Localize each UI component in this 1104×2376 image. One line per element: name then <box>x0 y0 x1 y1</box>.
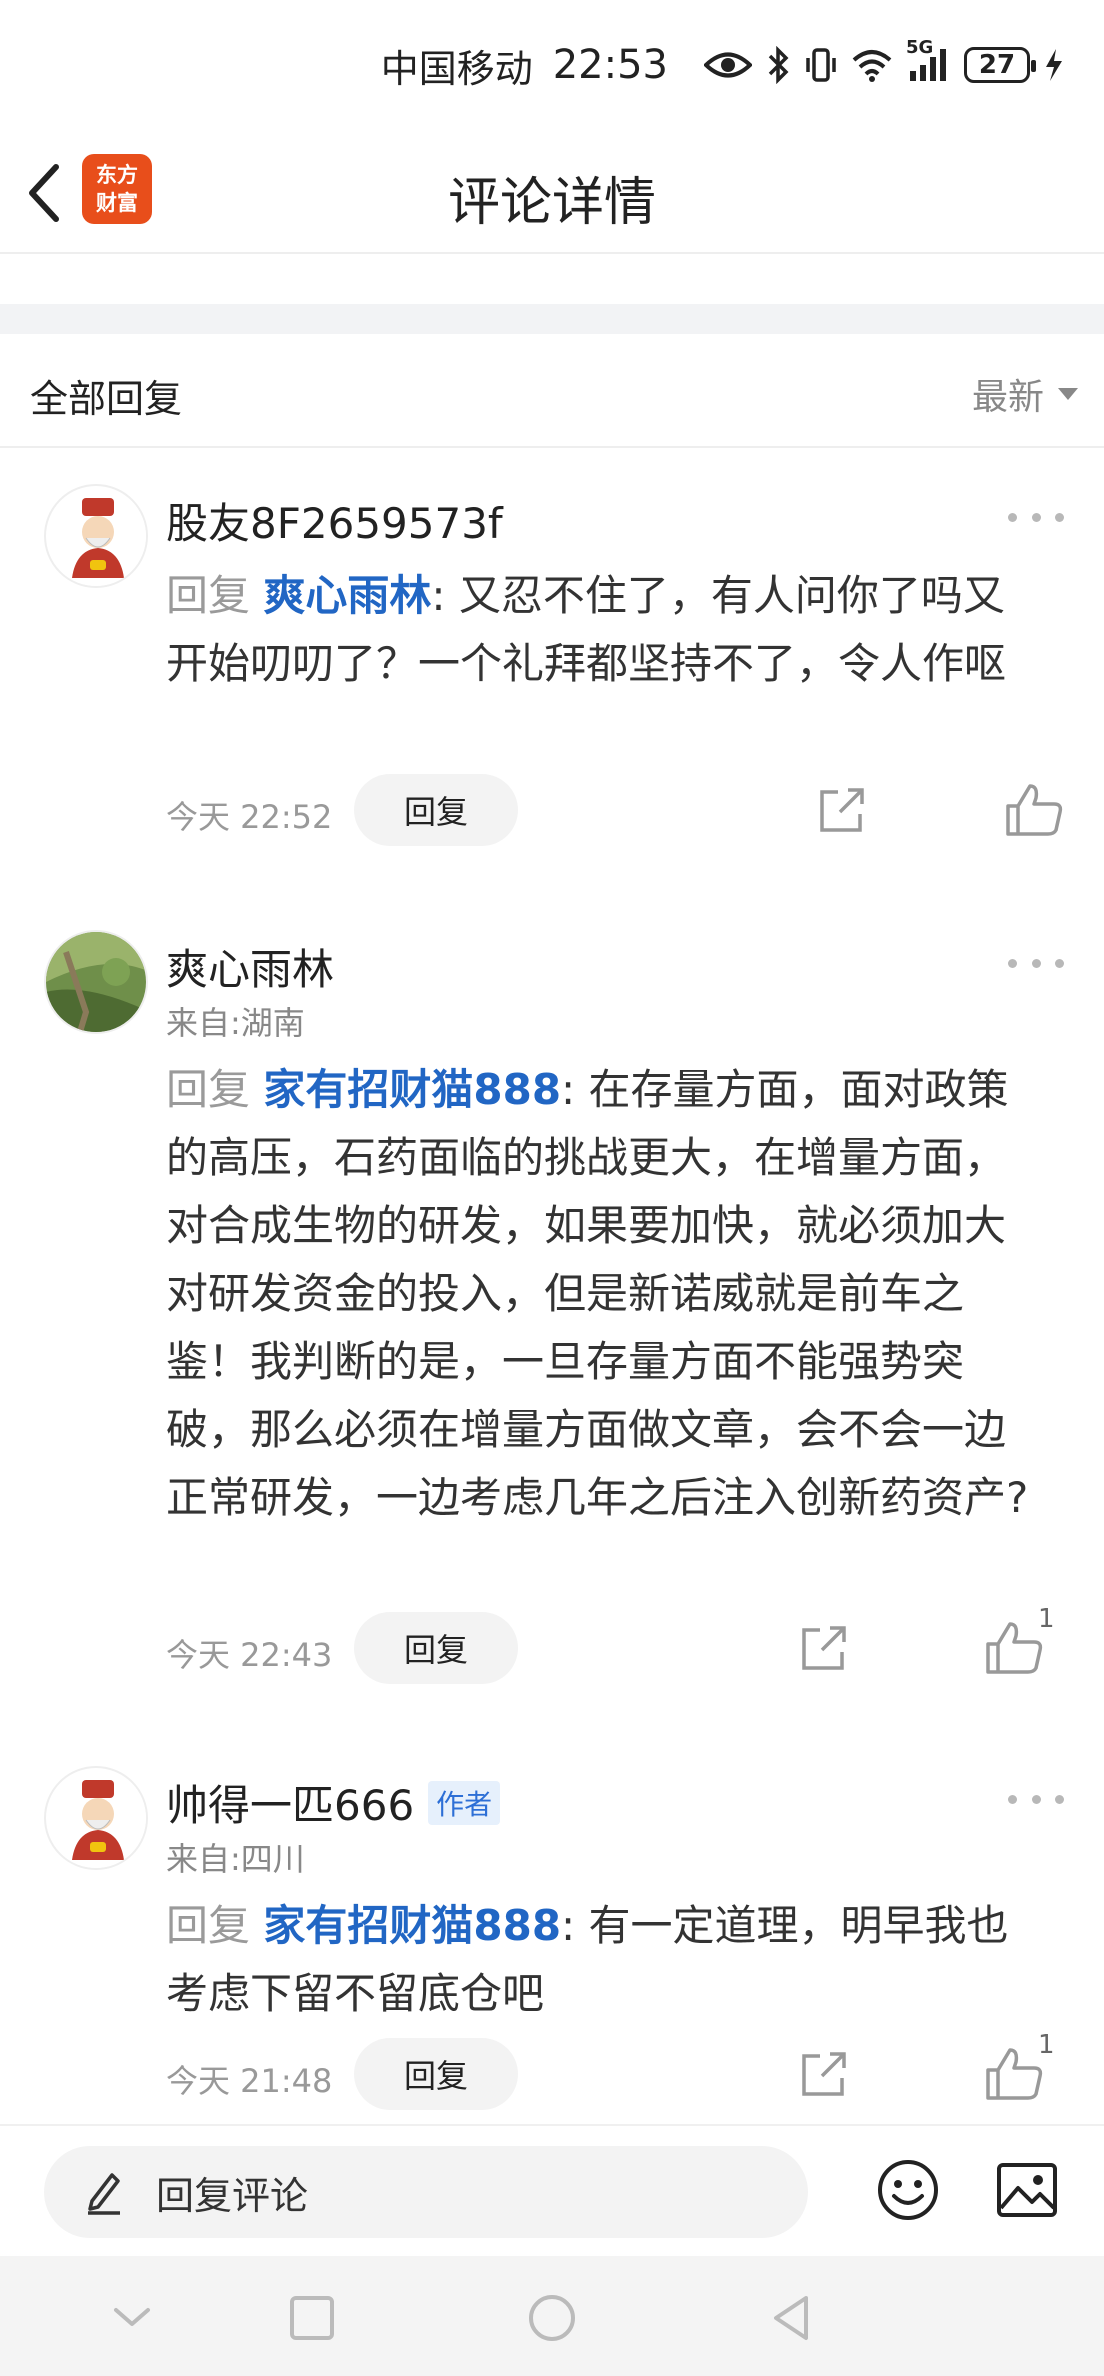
back-triangle-icon[interactable] <box>766 2292 818 2344</box>
more-options-button[interactable] <box>1008 948 1064 978</box>
author-badge: 作者 <box>428 1780 501 1825</box>
reply-input-bar: 回复评论 <box>0 2124 1104 2256</box>
reply-button-label: 回复 <box>403 2057 468 2095</box>
reply-button-label: 回复 <box>403 793 468 831</box>
header: 东方 财富 评论详情 <box>0 130 1104 254</box>
battery-icon: 27 <box>964 47 1036 83</box>
replies-header: 全部回复 最新 <box>0 334 1104 448</box>
comment-item: 股友8F2659573f 回复 爽心雨林: 又忍不住了，有人问你了吗又开始叨叨了… <box>0 484 1104 864</box>
dot <box>1031 1794 1041 1804</box>
username-text: 帅得一匹666 <box>166 1781 415 1830</box>
avatar[interactable] <box>44 930 148 1034</box>
comment-actions: 今天 22:43 回复 1 <box>166 1604 1056 1684</box>
dot <box>1031 512 1041 522</box>
username-text: 股友8F2659573f <box>166 499 503 548</box>
page-title: 评论详情 <box>447 173 656 233</box>
like-count: 1 <box>1038 1604 1055 1634</box>
carrier-label: 中国移动 <box>380 46 533 91</box>
reply-prefix: 回复 <box>166 1065 251 1114</box>
reply-comment-input[interactable]: 回复评论 <box>44 2146 808 2238</box>
comment-text: : 在存量方面，面对政策的高压，石药面临的挑战更大，在增量方面，对合成生物的研发… <box>166 1065 1029 1522</box>
comment-time: 今天 21:48 <box>166 2062 333 2100</box>
reply-button[interactable]: 回复 <box>354 774 518 846</box>
caret-down-icon <box>1058 388 1078 400</box>
charging-icon <box>1044 45 1064 85</box>
status-time: 22:53 <box>552 42 668 88</box>
dot <box>1055 512 1064 522</box>
pen-icon <box>88 2173 120 2215</box>
location-label: 来自:四川 <box>166 1840 305 1878</box>
username[interactable]: 股友8F2659573f <box>166 490 503 551</box>
thumbs-up-icon[interactable] <box>1004 782 1066 838</box>
dot <box>1008 512 1017 522</box>
share-icon[interactable] <box>816 784 868 836</box>
signal-icon: 5G <box>906 37 950 85</box>
more-options-button[interactable] <box>1008 1784 1064 1814</box>
chevron-down-icon[interactable] <box>106 2292 158 2344</box>
share-icon[interactable] <box>798 2048 850 2100</box>
god-of-wealth-avatar-icon <box>48 1770 146 1868</box>
section-divider <box>0 304 1104 334</box>
sort-dropdown[interactable]: 最新 <box>972 368 1078 420</box>
emoji-icon[interactable] <box>876 2158 940 2222</box>
reply-button[interactable]: 回复 <box>354 1612 518 1684</box>
dot <box>1055 958 1064 968</box>
reply-placeholder: 回复评论 <box>156 2173 309 2218</box>
comment-content: 回复 爽心雨林: 又忍不住了，有人问你了吗又开始叨叨了？一个礼拜都坚持不了，令人… <box>166 562 1046 698</box>
thumbs-up-icon[interactable] <box>984 2046 1046 2102</box>
avatar[interactable] <box>44 1766 148 1870</box>
comment-actions: 今天 21:48 回复 1 <box>166 2030 1056 2110</box>
comment-content: 回复 家有招财猫888: 有一定道理，明早我也考虑下留不留底仓吧 <box>166 1892 1046 2028</box>
sort-label: 最新 <box>971 377 1044 418</box>
username[interactable]: 爽心雨林 <box>166 936 334 997</box>
battery-level: 27 <box>978 50 1016 80</box>
dot <box>1055 1794 1064 1804</box>
status-bar: 中国移动 22:53 5G 27 <box>0 0 1104 130</box>
landscape-avatar-icon <box>46 932 146 1032</box>
share-icon[interactable] <box>798 1622 850 1674</box>
mention-link[interactable]: 爽心雨林 <box>263 571 431 620</box>
location-label: 来自:湖南 <box>166 1004 305 1042</box>
dot <box>1031 958 1041 968</box>
reply-button[interactable]: 回复 <box>354 2038 518 2110</box>
comment-time: 今天 22:52 <box>166 798 333 836</box>
vibrate-icon <box>804 45 838 85</box>
eye-icon <box>704 45 752 85</box>
dot <box>1008 1794 1017 1804</box>
thumbs-up-icon[interactable] <box>984 1620 1046 1676</box>
wifi-icon <box>852 45 892 85</box>
comment-content: 回复 家有招财猫888: 在存量方面，面对政策的高压，石药面临的挑战更大，在增量… <box>166 1056 1046 1532</box>
avatar[interactable] <box>44 484 148 588</box>
image-icon[interactable] <box>996 2160 1058 2220</box>
reply-prefix: 回复 <box>166 1901 251 1950</box>
username-text: 爽心雨林 <box>166 945 335 994</box>
reply-prefix: 回复 <box>166 571 251 620</box>
replies-title: 全部回复 <box>30 377 183 421</box>
home-icon[interactable] <box>526 2292 578 2344</box>
system-nav-bar <box>0 2256 1104 2376</box>
username[interactable]: 帅得一匹666 作者 <box>166 1772 501 1833</box>
bluetooth-icon <box>766 45 790 85</box>
dot <box>1008 958 1017 968</box>
mention-link[interactable]: 家有招财猫888 <box>263 1065 561 1114</box>
comment-item: 爽心雨林 来自:湖南 回复 家有招财猫888: 在存量方面，面对政策的高压，石药… <box>0 930 1104 1700</box>
more-options-button[interactable] <box>1008 502 1064 532</box>
screen: 中国移动 22:53 5G 27 东方 财富 评论详情 全部回复 最新 股友8F… <box>0 0 1104 2376</box>
god-of-wealth-avatar-icon <box>48 488 146 586</box>
comment-time: 今天 22:43 <box>166 1636 333 1674</box>
mention-link[interactable]: 家有招财猫888 <box>263 1901 561 1950</box>
comment-actions: 今天 22:52 回复 <box>166 774 1063 846</box>
reply-button-label: 回复 <box>403 1631 468 1669</box>
like-count: 1 <box>1038 2030 1055 2060</box>
comment-item: 帅得一匹666 作者 来自:四川 回复 家有招财猫888: 有一定道理，明早我也… <box>0 1766 1104 2126</box>
recent-apps-icon[interactable] <box>286 2292 338 2344</box>
network-type-label: 5G <box>906 37 934 58</box>
